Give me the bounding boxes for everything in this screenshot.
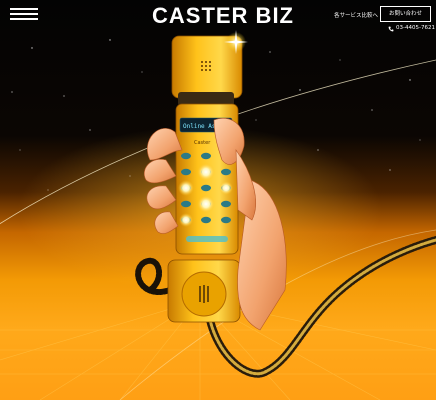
handset-label: Caster bbox=[194, 140, 211, 146]
contact-button[interactable]: お問い合わせ bbox=[380, 6, 431, 22]
menu-bar bbox=[10, 13, 38, 15]
menu-bar bbox=[10, 8, 38, 10]
phone-number: 03-4405-7621 bbox=[396, 25, 435, 31]
hero-visual: Online Assi Caster bbox=[0, 0, 436, 400]
phone-icon bbox=[388, 26, 394, 31]
menu-bar bbox=[10, 18, 38, 20]
telephone-handset: Online Assi Caster bbox=[167, 35, 243, 323]
service-compare-link[interactable]: 各サービス比較へ bbox=[334, 10, 378, 22]
phone-number-link[interactable]: 03-4405-7621 bbox=[388, 24, 435, 33]
site-logo[interactable]: CASTER BIZ bbox=[152, 3, 293, 29]
hero-illustration: Online Assi Caster bbox=[0, 30, 436, 400]
hamburger-menu-icon[interactable] bbox=[10, 8, 40, 22]
